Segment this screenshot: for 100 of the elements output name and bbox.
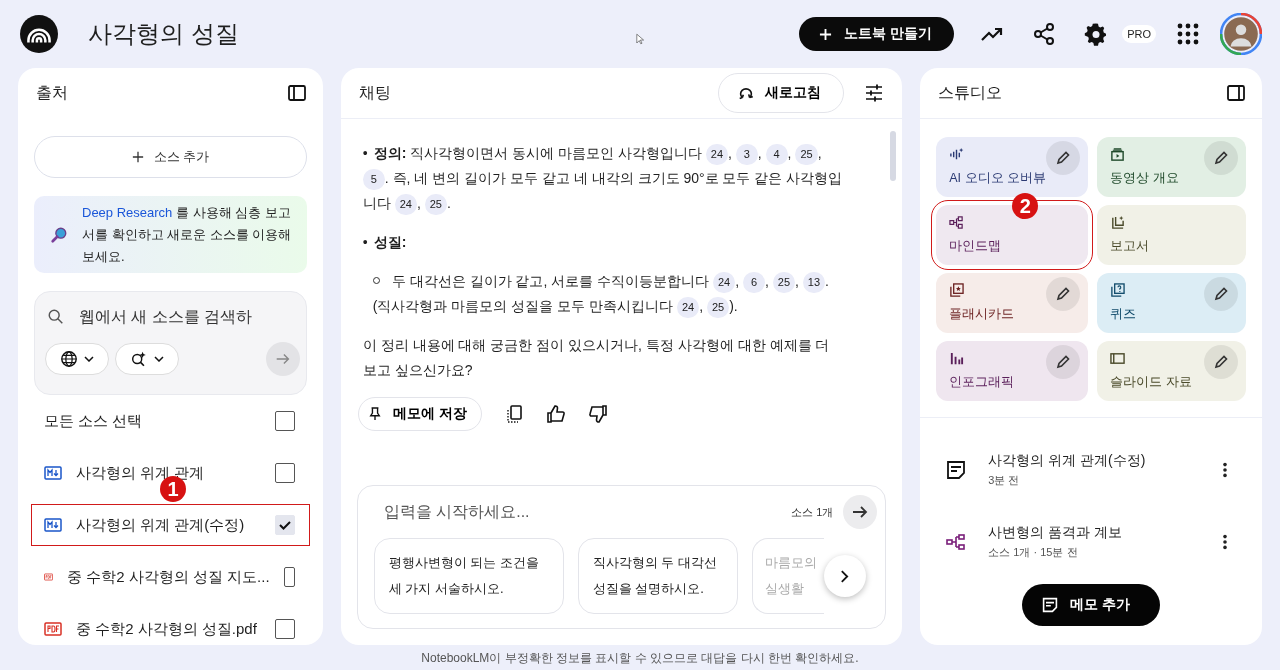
tile-label: 동영상 개요 xyxy=(1110,170,1179,187)
message-bullet: 두 대각선은 길이가 같고, 서로를 수직이등분합니다 24 , 6 , 25 , 13 . (직사각형과 마름모의 성질을 모두 만족시킵니다 24 , 25 ). xyxy=(362,269,843,319)
panel-toggle-icon[interactable] xyxy=(286,83,307,103)
note-meta: 3분 전 xyxy=(988,473,1021,488)
note-title[interactable]: 사각형의 위계 관계(수정) xyxy=(988,452,1200,470)
search-icon xyxy=(47,308,65,326)
more-options-icon[interactable] xyxy=(1222,533,1228,551)
pencil-icon xyxy=(1213,354,1229,370)
apps-grid-icon[interactable] xyxy=(1176,22,1200,46)
studio-tile[interactable]: 플래시카드 xyxy=(936,273,1089,333)
save-to-note-button[interactable]: 메모에 저장 xyxy=(357,397,482,431)
pencil-icon xyxy=(1055,354,1072,370)
settings-icon[interactable] xyxy=(1084,22,1109,46)
studio-tile[interactable]: 동영상 개요 xyxy=(1097,137,1246,197)
add-source-button[interactable]: 소스 추가 xyxy=(34,136,307,178)
notebook-title[interactable]: 사각형의 성질 xyxy=(88,18,239,50)
checkbox[interactable] xyxy=(274,619,295,639)
thumbs-down-icon[interactable] xyxy=(587,404,608,424)
checkbox[interactable] xyxy=(274,463,295,483)
pin-icon xyxy=(368,407,381,421)
flashcard-icon xyxy=(949,283,965,298)
edit-button[interactable] xyxy=(1046,141,1081,175)
logo-icon[interactable] xyxy=(20,15,58,53)
tile-label: 플래시카드 xyxy=(949,306,1015,323)
select-all-label: 모든 소스 선택 xyxy=(44,411,144,431)
suggested-question[interactable]: 평행사변형이 되는 조건을 세 가지 서술하시오. xyxy=(373,538,564,614)
citation-chip[interactable]: 24 xyxy=(676,296,700,318)
tune-icon[interactable] xyxy=(864,83,885,103)
edit-button[interactable] xyxy=(1204,345,1238,379)
bar-chart-icon xyxy=(949,351,965,366)
disclaimer-text: NotebookLM이 부정확한 정보를 표시할 수 있으므로 대답을 다시 한번 확인하세요. xyxy=(420,650,860,667)
checkbox[interactable] xyxy=(274,411,295,431)
citation-chip[interactable]: 24 xyxy=(713,271,736,293)
citation-chip[interactable]: 25 xyxy=(795,143,818,165)
citation-chip[interactable]: 3 xyxy=(735,143,758,165)
edit-button[interactable] xyxy=(1204,141,1238,175)
promo-text: Deep Research 를 사용해 심층 보고서를 확인하고 새로운 소스를 이용해 보세요. xyxy=(82,203,293,266)
citation-chip[interactable]: 4 xyxy=(765,143,788,165)
pencil-icon xyxy=(1213,150,1229,166)
panel-title: 스튜디오 xyxy=(938,82,1003,103)
tile-label: 인포그래픽 xyxy=(949,374,1015,391)
refresh-button[interactable]: 새로고침 xyxy=(718,73,845,113)
add-note-button[interactable]: 메모 추가 xyxy=(1022,584,1161,626)
report-icon xyxy=(1110,215,1126,230)
slides-icon xyxy=(1110,351,1126,366)
markdown-file-icon xyxy=(44,466,62,480)
studio-tile[interactable]: 보고서 xyxy=(1097,205,1246,265)
citation-chip[interactable]: 25 xyxy=(706,296,730,318)
plus-icon xyxy=(131,151,144,163)
message-bullet: • 성질: xyxy=(362,233,408,252)
edit-button[interactable] xyxy=(1204,277,1238,311)
pro-badge: PRO xyxy=(1122,25,1156,43)
create-notebook-button[interactable]: 노트북 만들기 xyxy=(799,17,955,51)
tile-label: AI 오디오 오버뷰 xyxy=(949,170,1047,187)
citation-chip[interactable]: 24 xyxy=(394,193,417,215)
note-title[interactable]: 사변형의 품격과 계보 xyxy=(988,524,1200,542)
avatar[interactable] xyxy=(1220,13,1262,55)
citation-chip[interactable]: 25 xyxy=(424,193,447,215)
send-button[interactable] xyxy=(843,495,878,529)
deep-research-link[interactable]: Deep Research xyxy=(82,204,173,220)
panel-toggle-icon[interactable] xyxy=(1226,83,1246,103)
quiz-icon xyxy=(1110,283,1126,298)
tile-label: 마인드맵 xyxy=(949,238,1002,255)
source-name[interactable]: 중 수학2 사각형의 성질.pdf xyxy=(76,619,261,639)
citation-chip[interactable]: 25 xyxy=(772,271,796,293)
mind-map-icon xyxy=(946,532,967,552)
suggested-question[interactable]: 직사각형의 두 대각선 성질을 설명하시오. xyxy=(577,538,738,614)
research-mode-dropdown[interactable] xyxy=(115,343,179,375)
pencil-icon xyxy=(1055,286,1072,302)
edit-button[interactable] xyxy=(1046,277,1081,311)
tile-label: 퀴즈 xyxy=(1110,306,1137,323)
message-paragraph: 이 정리 내용에 대해 궁금한 점이 있으시거나, 특정 사각형에 대한 예제를 더 보고 싶으신가요? xyxy=(362,336,831,380)
studio-tile[interactable]: 퀴즈 xyxy=(1097,273,1246,333)
tile-label: 슬라이드 자료 xyxy=(1110,374,1192,391)
source-name[interactable]: 사각형의 위계 관계(수정) xyxy=(76,515,261,535)
scrollbar-thumb[interactable] xyxy=(890,131,897,181)
share-icon[interactable] xyxy=(1032,22,1057,46)
checkbox[interactable] xyxy=(283,567,295,587)
source-name[interactable]: 중 수학2 사각형의 성질 지도... xyxy=(67,567,270,587)
globe-icon xyxy=(60,350,78,368)
citation-chip[interactable]: 5 xyxy=(362,168,385,190)
web-source-dropdown[interactable] xyxy=(45,343,109,375)
pdf-file-icon xyxy=(44,570,54,584)
caret-icon xyxy=(84,356,94,362)
studio-tile[interactable]: AI 오디오 오버뷰 xyxy=(936,137,1089,197)
thumbs-up-icon[interactable] xyxy=(545,404,566,424)
citation-chip[interactable]: 24 xyxy=(705,143,729,165)
studio-tile[interactable]: 인포그래픽 xyxy=(936,341,1089,401)
message-bullet: • 정의: 직사각형이면서 동시에 마름모인 사각형입니다 24 , 3 , 4 , 25 , 5 . 즉, 네 변의 길이가 모두 같고 네 내각의 크기도 90°로 모두 같은 사각형입니다 24 , 25 . xyxy=(362,141,843,216)
more-options-icon[interactable] xyxy=(1222,461,1228,479)
audio-wave-icon xyxy=(949,147,965,162)
search-field[interactable]: 웹에서 새 소스를 검색하 xyxy=(77,307,281,327)
panel-title: 출처 xyxy=(36,82,68,103)
edit-button[interactable] xyxy=(1046,345,1081,379)
pdf-file-icon xyxy=(44,622,62,636)
citation-chip[interactable]: 13 xyxy=(802,271,826,293)
source-count: 소스 1개 xyxy=(791,504,834,520)
studio-tile[interactable]: 슬라이드 자료 xyxy=(1097,341,1246,401)
citation-chip[interactable]: 6 xyxy=(743,271,765,293)
mind-map-icon xyxy=(949,215,965,230)
